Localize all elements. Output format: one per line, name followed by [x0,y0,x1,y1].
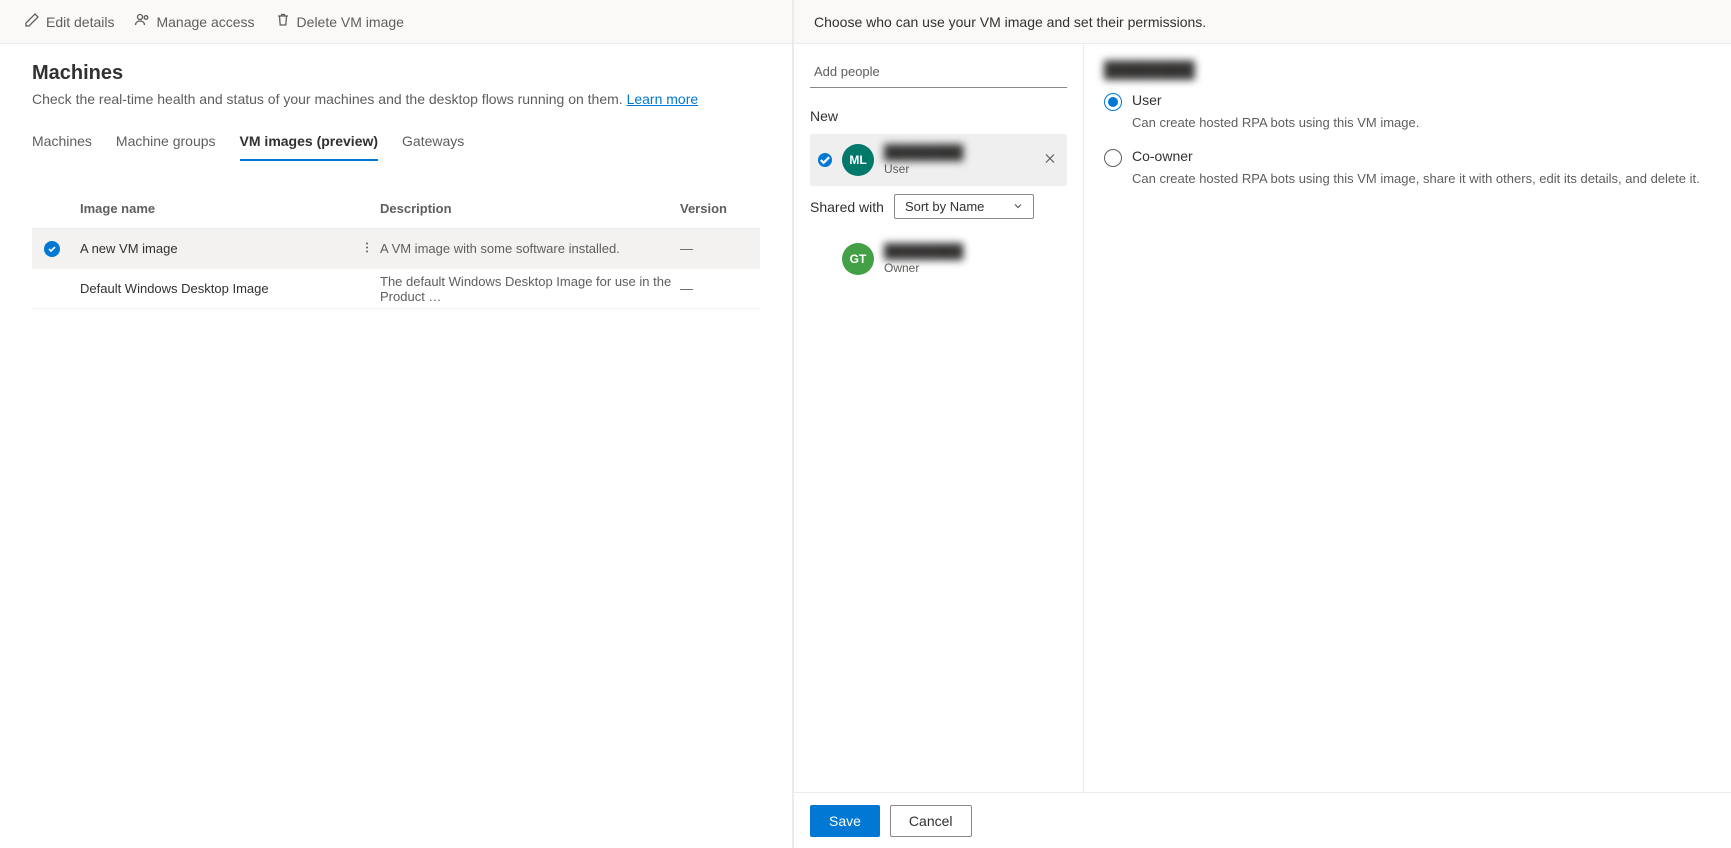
main-content: Edit details Manage access Delete VM ima… [0,0,793,848]
save-button[interactable]: Save [810,805,880,837]
col-version[interactable]: Version [680,201,760,216]
close-icon[interactable] [1043,152,1057,169]
radio-icon [1104,93,1122,111]
perm-coowner-radio[interactable]: Co-owner [1104,148,1711,167]
vm-images-table: Image name Description Version A new VM … [32,189,760,309]
people-icon [134,12,150,31]
tabs: Machines Machine groups VM images (previ… [32,125,760,161]
perm-label: Co-owner [1132,148,1193,164]
manage-access-label: Manage access [156,14,254,30]
table-row[interactable]: Default Windows Desktop Image The defaul… [32,269,760,309]
row-desc: The default Windows Desktop Image for us… [380,274,680,304]
sort-dropdown[interactable]: Sort by Name [894,194,1034,219]
permissions-column: ████████ User Can create hosted RPA bots… [1084,44,1731,792]
edit-details-button[interactable]: Edit details [24,12,114,31]
new-section-label: New [810,108,1067,124]
delete-vm-label: Delete VM image [297,14,404,30]
perm-label: User [1132,92,1162,108]
people-column: New ML ████████ User Shared with Sort by… [794,44,1084,792]
panel-footer: Save Cancel [794,792,1731,848]
perm-desc: Can create hosted RPA bots using this VM… [1104,115,1711,130]
tab-vm-images[interactable]: VM images (preview) [240,125,379,161]
col-image-name[interactable]: Image name [80,201,380,216]
edit-details-label: Edit details [46,14,114,30]
chevron-down-icon [1013,199,1023,214]
check-icon[interactable] [44,241,60,257]
check-icon [818,153,832,167]
row-desc: A VM image with some software installed. [380,241,680,256]
cancel-button[interactable]: Cancel [890,805,972,837]
person-role: Owner [884,261,963,275]
trash-icon [275,12,291,31]
tab-machine-groups[interactable]: Machine groups [116,125,216,161]
tab-gateways[interactable]: Gateways [402,125,464,161]
delete-vm-button[interactable]: Delete VM image [275,12,404,31]
pencil-icon [24,12,40,31]
row-version: — [680,281,760,296]
page-subtitle: Check the real-time health and status of… [32,91,760,107]
add-people-input[interactable] [810,56,1067,88]
share-panel: Choose who can use your VM image and set… [793,0,1731,848]
learn-more-link[interactable]: Learn more [627,91,699,107]
perm-desc: Can create hosted RPA bots using this VM… [1104,171,1711,186]
page-body: Machines Check the real-time health and … [0,44,792,327]
permissions-title: ████████ [1104,62,1711,80]
shared-with-label: Shared with [810,199,884,215]
row-name: Default Windows Desktop Image [80,281,380,296]
new-person-card[interactable]: ML ████████ User [810,134,1067,186]
more-icon[interactable] [360,240,374,257]
person-name: ████████ [884,243,963,259]
person-role: User [884,162,963,176]
avatar: GT [842,243,874,275]
person-name: ████████ [884,144,963,160]
panel-header: Choose who can use your VM image and set… [794,0,1731,44]
row-name: A new VM image [80,241,380,256]
command-bar: Edit details Manage access Delete VM ima… [0,0,792,44]
page-title: Machines [32,62,760,85]
table-row[interactable]: A new VM image A VM image with some soft… [32,229,760,269]
radio-icon [1104,149,1122,167]
avatar: ML [842,144,874,176]
tab-machines[interactable]: Machines [32,125,92,161]
table-header: Image name Description Version [32,189,760,229]
row-version: — [680,241,760,256]
perm-user-radio[interactable]: User [1104,92,1711,111]
col-description[interactable]: Description [380,201,680,216]
manage-access-button[interactable]: Manage access [134,12,254,31]
shared-person-card[interactable]: GT ████████ Owner [810,233,1067,285]
